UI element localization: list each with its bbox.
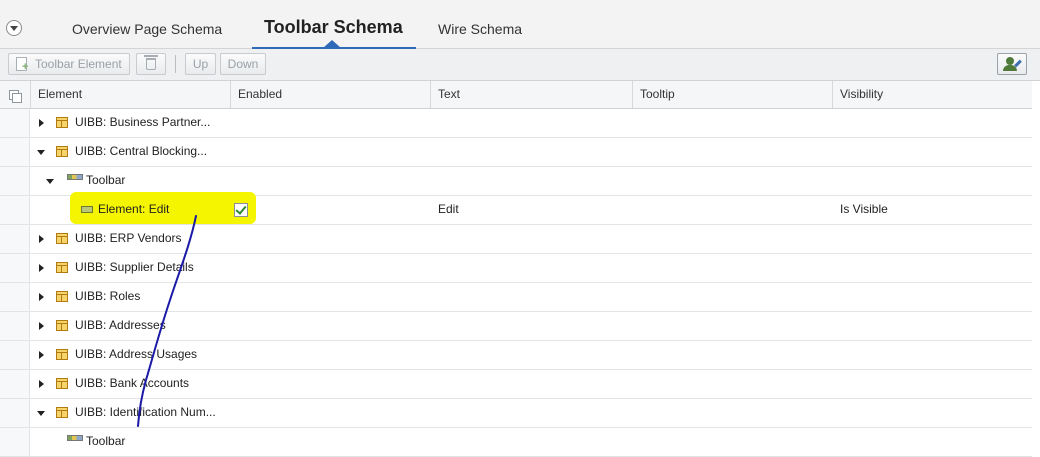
table-body: UIBB: Business Partner... UIBB: Central … (0, 109, 1032, 457)
table-header: Element Enabled Text Tooltip Visibility (0, 81, 1032, 109)
row-element-label: Toolbar (86, 434, 126, 448)
row-selector[interactable] (0, 109, 30, 137)
row-selector[interactable] (0, 370, 30, 398)
uibb-icon (56, 320, 68, 331)
row-selector[interactable] (0, 225, 30, 253)
table-row[interactable]: Toolbar (0, 428, 1032, 457)
toolbar-separator (175, 55, 176, 73)
table-row[interactable]: UIBB: Business Partner... (0, 109, 1032, 138)
uibb-icon (56, 146, 68, 157)
column-header-text[interactable]: Text (430, 81, 632, 108)
uibb-icon (56, 349, 68, 360)
tab-toolbar-schema[interactable]: Toolbar Schema (264, 17, 403, 38)
row-text-value: Edit (438, 202, 459, 216)
uibb-icon (56, 233, 68, 244)
row-selector[interactable] (0, 428, 30, 456)
collapse-arrow-icon[interactable] (37, 411, 45, 416)
personalize-settings-button[interactable] (997, 53, 1027, 75)
expand-arrow-icon[interactable] (39, 380, 44, 388)
toolbar-icon (67, 435, 83, 441)
collapse-arrow-icon[interactable] (37, 150, 45, 155)
move-down-button[interactable]: Down (220, 53, 266, 75)
collapse-panel-icon[interactable] (6, 20, 22, 36)
add-toolbar-element-label: Toolbar Element (35, 57, 122, 71)
row-element-label: UIBB: Identification Num... (75, 405, 216, 419)
person-icon (1003, 57, 1017, 71)
row-element-label: Element: Edit (98, 202, 170, 216)
row-selector[interactable] (0, 254, 30, 282)
row-selector[interactable] (0, 167, 30, 195)
collapse-arrow-icon[interactable] (46, 179, 54, 184)
uibb-icon (56, 117, 68, 128)
toolbar-schema-table: Element Enabled Text Tooltip Visibility … (0, 81, 1040, 457)
select-all-icon (9, 90, 22, 103)
expand-arrow-icon[interactable] (39, 351, 44, 359)
row-element-label: UIBB: Address Usages (75, 347, 198, 361)
table-row[interactable]: UIBB: Addresses (0, 312, 1032, 341)
trash-icon (144, 55, 158, 70)
toolbar-icon (67, 174, 83, 180)
row-element-label: UIBB: ERP Vendors (75, 231, 182, 245)
table-row[interactable]: UIBB: Address Usages (0, 341, 1032, 370)
row-element-label: UIBB: Supplier Details (75, 260, 194, 274)
row-visibility-value: Is Visible (840, 202, 888, 216)
expand-arrow-icon[interactable] (39, 119, 44, 127)
column-header-enabled[interactable]: Enabled (230, 81, 430, 108)
column-header-visibility[interactable]: Visibility (832, 81, 1032, 108)
row-element-label: UIBB: Bank Accounts (75, 376, 190, 390)
row-element-label: Toolbar (86, 173, 126, 187)
row-element-label: UIBB: Business Partner... (75, 115, 211, 129)
row-selector[interactable] (0, 196, 30, 224)
expand-arrow-icon[interactable] (39, 293, 44, 301)
column-header-element[interactable]: Element (30, 81, 230, 108)
add-document-icon (16, 57, 28, 72)
table-row[interactable]: UIBB: Bank Accounts (0, 370, 1032, 399)
wrench-icon (1014, 59, 1022, 68)
expand-arrow-icon[interactable] (39, 264, 44, 272)
table-row[interactable]: UIBB: Central Blocking... (0, 138, 1032, 167)
row-selector[interactable] (0, 312, 30, 340)
table-row[interactable]: UIBB: Roles (0, 283, 1032, 312)
move-up-button[interactable]: Up (185, 53, 216, 75)
row-selector[interactable] (0, 341, 30, 369)
row-element-label: UIBB: Addresses (75, 318, 166, 332)
active-tab-pointer (323, 40, 341, 48)
uibb-icon (56, 291, 68, 302)
element-icon (81, 206, 93, 213)
add-toolbar-element-button[interactable]: Toolbar Element (8, 53, 130, 75)
table-row[interactable]: UIBB: Identification Num... (0, 399, 1032, 428)
tab-wire-schema[interactable]: Wire Schema (438, 21, 522, 37)
table-row[interactable]: Element: Edit Edit Is Visible (0, 192, 1032, 225)
row-selector[interactable] (0, 399, 30, 427)
tab-overview-page-schema[interactable]: Overview Page Schema (72, 21, 222, 37)
uibb-icon (56, 407, 68, 418)
uibb-icon (56, 378, 68, 389)
expand-arrow-icon[interactable] (39, 322, 44, 330)
row-selector[interactable] (0, 283, 30, 311)
row-selector[interactable] (0, 138, 30, 166)
table-row[interactable]: UIBB: ERP Vendors (0, 225, 1032, 254)
expand-arrow-icon[interactable] (39, 235, 44, 243)
row-element-label: UIBB: Roles (75, 289, 141, 303)
enabled-checkbox[interactable] (234, 203, 248, 217)
schema-toolbar: Toolbar Element Up Down (0, 49, 1040, 81)
table-row[interactable]: UIBB: Supplier Details (0, 254, 1032, 283)
row-element-label: UIBB: Central Blocking... (75, 144, 208, 158)
schema-tab-strip: Overview Page Schema Toolbar Schema Wire… (0, 0, 1040, 49)
delete-button[interactable] (136, 53, 166, 75)
select-all-cell[interactable] (0, 81, 30, 108)
uibb-icon (56, 262, 68, 273)
column-header-tooltip[interactable]: Tooltip (632, 81, 832, 108)
